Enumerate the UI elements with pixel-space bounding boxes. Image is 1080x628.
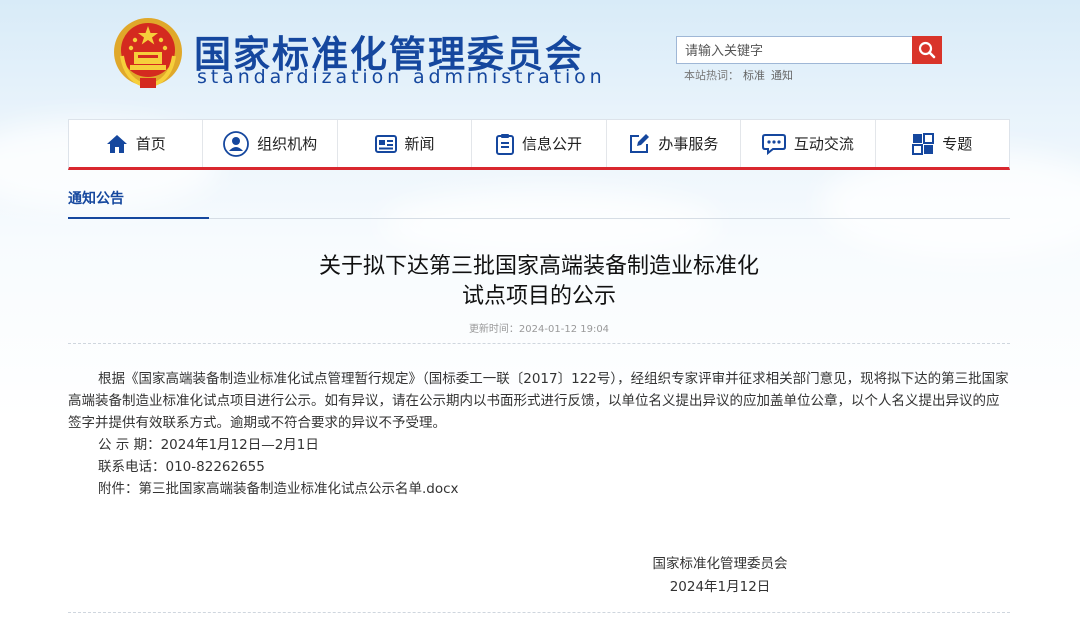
nav-item-topics[interactable]: 专题 [876,120,1009,167]
article-paragraph: 根据《国家高端装备制造业标准化试点管理暂行规定》（国标委工一联〔2017〕122… [68,371,1009,431]
nav-item-label: 新闻 [404,135,435,153]
nav-item-home[interactable]: 首页 [69,120,204,167]
nav-item-label: 专题 [942,135,973,153]
breadcrumb: 通知公告 [68,186,1010,219]
contact-phone: 联系电话：010-82262655 [98,459,265,475]
user-icon [223,130,250,157]
update-time: 更新时间：2024-01-12 19:04 [468,324,610,335]
hot-word-link[interactable]: 通知 [771,69,793,82]
attachment-link[interactable]: 第三批国家高端装备制造业标准化试点公示名单.docx [139,481,459,497]
news-icon [374,134,397,153]
search-box [676,36,942,64]
nav-item-services[interactable]: 办事服务 [607,120,742,167]
nav-item-organization[interactable]: 组织机构 [203,120,338,167]
nav-item-label: 办事服务 [658,135,719,153]
topic-icon [912,132,935,155]
national-emblem-icon [114,18,182,89]
nav-item-label: 互动交流 [793,135,854,153]
hot-words-label: 本站热词： [684,69,739,82]
breadcrumb-item-notices[interactable]: 通知公告 [68,188,209,219]
article-body: 根据《国家高端装备制造业标准化试点管理暂行规定》（国标委工一联〔2017〕122… [68,368,1010,500]
attachment-label: 附件： [98,481,139,497]
nav-item-label: 首页 [135,135,166,153]
main-nav: 首页 组织机构 新闻 信息公开 办事服务 互动交流 专题 [68,119,1010,170]
nav-item-interaction[interactable]: 互动交流 [741,120,876,167]
home-icon [106,134,127,153]
article-title-line: 关于拟下达第三批国家高端装备制造业标准化 [318,254,759,279]
article-title: 关于拟下达第三批国家高端装备制造业标准化 试点项目的公示 [68,252,1010,312]
search-input[interactable] [676,36,920,64]
divider [68,612,1010,613]
chat-icon [761,133,786,155]
nav-item-news[interactable]: 新闻 [338,120,473,167]
edit-icon [630,133,650,153]
signature-organization: 国家标准化管理委员会 [652,556,788,572]
hot-words: 本站热词： 标准 通知 [684,67,799,83]
announcement-period: 公 示 期：2024年1月12日—2月1日 [98,437,319,453]
article-title-line: 试点项目的公示 [461,284,616,309]
signature-date: 2024年1月12日 [669,579,771,595]
hot-word-link[interactable]: 标准 [743,69,765,82]
nav-item-label: 信息公开 [521,135,582,153]
attachment: 附件：第三批国家高端装备制造业标准化试点公示名单.docx [68,478,1010,500]
search-icon [918,41,936,59]
nav-item-information-disclosure[interactable]: 信息公开 [472,120,607,167]
clipboard-icon [495,133,514,155]
nav-item-label: 组织机构 [257,135,318,153]
search-button[interactable] [912,36,942,64]
site-subtitle: standardization administration [197,66,606,88]
divider [68,343,1010,344]
